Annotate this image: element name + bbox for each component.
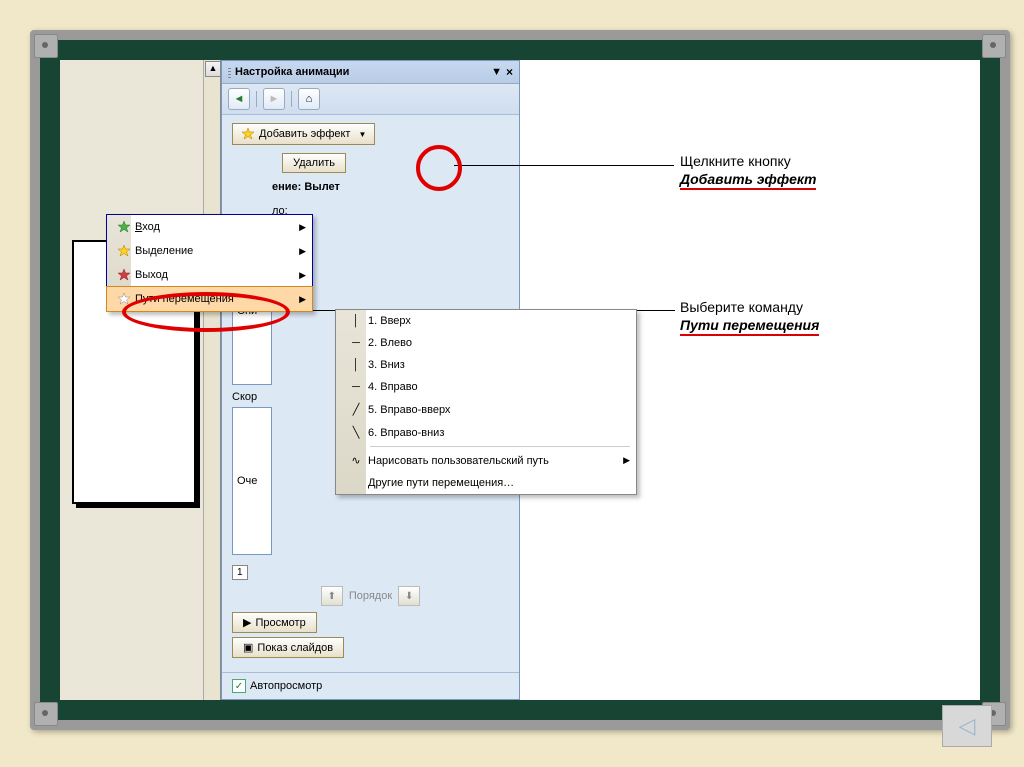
path-left-label: 2. Влево [368,337,412,349]
panel-title: Настройка анимации [235,66,349,78]
path-upright-label: 5. Вправо-вверх [368,404,450,416]
chevron-right-icon: ▶ [299,270,306,281]
autopreview-row: ✓ Автопросмотр [222,672,519,699]
slideshow-label: Показ слайдов [257,642,333,654]
order-up-button[interactable]: ⬆ [321,586,343,606]
menu-item-down-right[interactable]: ╲ 6. Вправо-вниз [336,421,636,444]
remove-button[interactable]: Удалить [282,153,346,173]
path-up-label: 1. Вверх [368,315,411,327]
autopreview-checkbox[interactable]: ✓ [232,679,246,693]
line-left-icon: ─ [344,337,368,349]
chevron-right-icon: ▶ [623,455,630,466]
whiteboard-surface: ▲ Настройка анимации ▼ × ◄ [60,60,980,700]
callout-motion-path: Выберите команду Пути перемещения [680,298,819,336]
autopreview-label: Автопросмотр [250,680,322,692]
nav-home-button[interactable]: ⌂ [298,88,320,110]
grip-icon [228,66,231,78]
emphasis-star-icon [113,244,135,258]
speed-label: Скор [232,391,257,403]
entrance-star-icon [113,220,135,234]
vertical-scrollbar[interactable]: ▲ [203,60,220,700]
star-icon [241,127,255,141]
line-diag-up-icon: ╱ [344,403,368,416]
chevron-right-icon: ▶ [299,246,306,257]
menu-divider [370,446,630,447]
home-icon: ⌂ [306,93,313,105]
preview-button[interactable]: ▶ Просмотр [232,612,317,633]
add-effect-button[interactable]: Добавить эффект ▼ [232,123,375,145]
line-down-icon: │ [344,359,368,371]
chevron-down-icon: ▼ [358,130,366,139]
line-right-icon: ─ [344,381,368,393]
nav-back-button[interactable]: ◄ [228,88,250,110]
chevron-right-icon: ▶ [299,222,306,233]
path-downright-label: 6. Вправо-вниз [368,427,444,439]
whiteboard-frame: ▲ Настройка анимации ▼ × ◄ [30,30,1010,730]
callout-add-effect: Щелкните кнопку Добавить эффект [680,152,816,190]
toolbar-divider [291,91,292,107]
menu-item-down[interactable]: │ 3. Вниз [336,354,636,376]
callout-line [454,165,674,166]
speed-value: Оче [237,475,257,487]
speed-dropdown[interactable]: Оче [232,407,272,555]
exit-label: Выход [135,269,168,281]
emphasis-label: Выделение [135,245,193,257]
preview-label: Просмотр [255,617,305,629]
motion-star-icon [113,292,135,306]
change-effect-label: ение: Вылет [272,181,509,193]
menu-item-entrance[interactable]: Вход ▶ [107,215,312,239]
menu-item-more-paths[interactable]: Другие пути перемещения… [336,472,636,494]
frame-corner [34,34,58,58]
line-diag-down-icon: ╲ [344,426,368,439]
callout-text-2: Добавить эффект [680,170,816,190]
frame-corner [34,702,58,726]
menu-item-right[interactable]: ─ 4. Вправо [336,376,636,398]
order-label: Порядок [349,590,392,602]
nav-toolbar: ◄ ► ⌂ [222,84,519,115]
entrance-label: Вход [135,221,160,233]
callout-text-1: Щелкните кнопку [680,152,816,170]
callout-text-3: Выберите команду [680,298,819,316]
slideshow-button[interactable]: ▣ Показ слайдов [232,637,344,658]
motion-path-submenu: │ 1. Вверх ─ 2. Влево │ 3. Вниз ─ 4. Впр… [335,309,637,495]
order-controls: ⬆ Порядок ⬇ [232,580,509,612]
callout-text-4: Пути перемещения [680,316,819,336]
menu-item-up-right[interactable]: ╱ 5. Вправо-вверх [336,398,636,421]
effect-category-menu: Вход ▶ Выделение ▶ Выход ▶ Пути перемеще… [106,214,313,312]
remove-label: Удалить [293,157,335,169]
nav-forward-button[interactable]: ► [263,88,285,110]
path-down-label: 3. Вниз [368,359,405,371]
dropdown-icon[interactable]: ▼ [491,66,502,78]
menu-item-motion-paths[interactable]: Пути перемещения ▶ [106,286,313,312]
menu-item-left[interactable]: ─ 2. Влево [336,332,636,354]
frame-corner [982,34,1006,58]
more-paths-label: Другие пути перемещения… [368,477,514,489]
panel-header: Настройка анимации ▼ × [222,61,519,84]
order-down-button[interactable]: ⬇ [398,586,420,606]
bottom-buttons: ▶ Просмотр ▣ Показ слайдов [232,612,509,664]
triangle-left-icon: ◁ [959,713,976,739]
exit-star-icon [113,268,135,282]
projector-icon: ▣ [243,641,253,654]
play-icon: ▶ [243,616,251,629]
effect-number[interactable]: 1 [232,565,248,580]
chevron-right-icon: ▶ [299,294,306,305]
prev-slide-button[interactable]: ◁ [942,705,992,747]
slide-pane: ▲ [60,60,221,700]
custom-path-icon: ∿ [344,454,368,467]
close-icon[interactable]: × [506,65,513,79]
menu-item-custom-path[interactable]: ∿ Нарисовать пользовательский путь ▶ [336,449,636,472]
motion-label: Пути перемещения [135,293,234,305]
scroll-up-arrow[interactable]: ▲ [205,61,221,77]
add-effect-label: Добавить эффект [259,128,350,140]
line-up-icon: │ [344,315,368,327]
menu-item-exit[interactable]: Выход ▶ [107,263,312,287]
menu-item-up[interactable]: │ 1. Вверх [336,310,636,332]
toolbar-divider [256,91,257,107]
path-right-label: 4. Вправо [368,381,418,393]
custom-path-label: Нарисовать пользовательский путь [368,455,549,467]
menu-item-emphasis[interactable]: Выделение ▶ [107,239,312,263]
